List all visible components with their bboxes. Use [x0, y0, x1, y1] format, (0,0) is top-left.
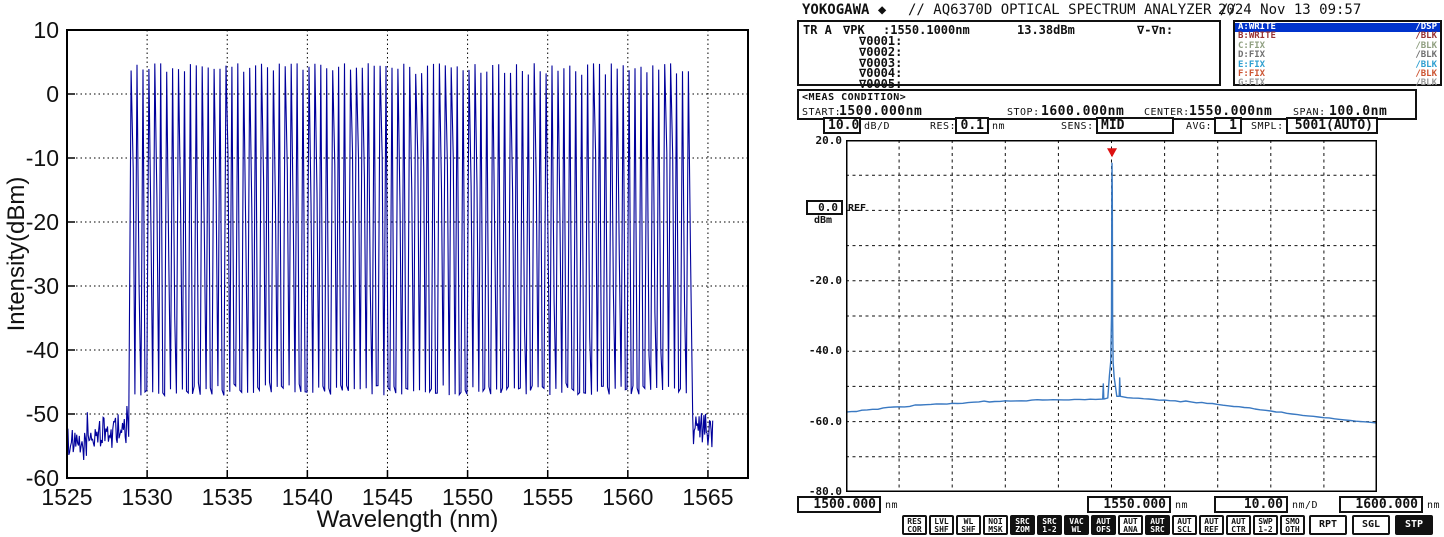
softkey-line: 1-2	[1255, 526, 1276, 534]
softkey-aut-src[interactable]: AUTSRC	[1145, 515, 1170, 535]
softkey-src-zom[interactable]: SRCZOM	[1010, 515, 1035, 535]
hardkey-sgl[interactable]: SGL	[1352, 515, 1390, 535]
softkey-line: ZOM	[1012, 526, 1033, 534]
osa-brand: YOKOGAWA ◆	[802, 2, 886, 18]
xaxis-center-field[interactable]: 1550.000	[1087, 496, 1171, 513]
ref-level-field[interactable]: 0.0	[806, 200, 843, 215]
softkey-aut-scl[interactable]: AUTSCL	[1172, 515, 1197, 535]
softkey-swp-1-2[interactable]: SWP1-2	[1253, 515, 1278, 535]
ytick-minus60: -60.0	[792, 415, 842, 428]
level-scale-unit: dB/D	[864, 121, 890, 132]
y-tick-label: -50	[26, 401, 59, 427]
xaxis-stop-field[interactable]: 1600.000	[1339, 496, 1423, 513]
comb-spectrum-chart: 152515301535154015451550155515601565100-…	[0, 0, 790, 537]
ytick-20: 20.0	[792, 134, 842, 147]
ytick-minus20: -20.0	[792, 274, 842, 287]
osa-datetime: 2024 Nov 13 09:57	[1218, 2, 1361, 18]
trace-status-row-d[interactable]: D:FIX/BLK	[1235, 51, 1440, 60]
res-unit: nm	[992, 121, 1005, 132]
stop-label: STOP:	[1007, 107, 1040, 118]
res-field[interactable]: 0.1	[955, 117, 989, 134]
ref-level-unit: dBm	[814, 215, 832, 226]
x-tick-label: 1560	[602, 484, 653, 510]
xaxis-perdiv-field[interactable]: 10.00	[1214, 496, 1288, 513]
x-tick-label: 1530	[122, 484, 173, 510]
softkey-aut-ref[interactable]: AUTREF	[1199, 515, 1224, 535]
y-tick-label: 10	[33, 17, 59, 43]
trace-status-panel: A:WRITE/DSPB:WRITE/BLKC:FIX/BLKD:FIX/BLK…	[1233, 20, 1442, 86]
trace-status-row-f[interactable]: F:FIX/BLK	[1235, 70, 1440, 79]
softkey-noi-msk[interactable]: NOIMSK	[983, 515, 1008, 535]
avg-field[interactable]: 1	[1214, 117, 1242, 134]
hardkey-stp[interactable]: STP	[1395, 515, 1433, 535]
sens-field[interactable]: MID	[1096, 117, 1174, 134]
softkey-wl-shf[interactable]: WLSHF	[956, 515, 981, 535]
res-label: RES:	[930, 121, 956, 132]
trace-label: TR A	[803, 23, 832, 37]
softkey-res-cor[interactable]: RESCOR	[902, 515, 927, 535]
y-tick-label: 0	[46, 81, 59, 107]
x-tick-label: 1535	[202, 484, 253, 510]
softkey-smo-oth[interactable]: SMOOTH	[1280, 515, 1305, 535]
softkey-line: SCL	[1174, 526, 1195, 534]
smpl-field[interactable]: 5001(AUTO)	[1286, 117, 1378, 134]
peak-marker-icon[interactable]	[1107, 148, 1117, 157]
x-tick-label: 1555	[522, 484, 573, 510]
softkey-line: 1-2	[1039, 526, 1060, 534]
y-tick-label: -40	[26, 337, 59, 363]
softkey-vac-wl[interactable]: VACWL	[1064, 515, 1089, 535]
meas-condition-panel: <MEAS CONDITION> START: 1500.000nm STOP:…	[797, 89, 1417, 120]
y-tick-label: -30	[26, 273, 59, 299]
xaxis-stop-unit: nm	[1427, 500, 1440, 511]
meas-condition-title: <MEAS CONDITION>	[802, 92, 906, 103]
ytick-minus40: -40.0	[792, 344, 842, 357]
softkey-aut-ofs[interactable]: AUTOFS	[1091, 515, 1116, 535]
trace-status-row-c[interactable]: C:FIX/BLK	[1235, 42, 1440, 51]
osa-spectrum-trace	[846, 163, 1377, 423]
smpl-label: SMPL:	[1251, 121, 1284, 132]
avg-label: AVG:	[1186, 121, 1212, 132]
trace-status-row-e[interactable]: E:FIX/BLK	[1235, 61, 1440, 70]
xaxis-start-unit: nm	[885, 500, 898, 511]
hardkey-rpt[interactable]: RPT	[1309, 515, 1347, 535]
screenshot-root: 152515301535154015451550155515601565100-…	[0, 0, 1444, 537]
y-tick-label: -60	[26, 465, 59, 491]
softkey-line: SHF	[931, 526, 952, 534]
softkey-aut-ana[interactable]: AUTANA	[1118, 515, 1143, 535]
osa-screen: YOKOGAWA ◆ // AQ6370D OPTICAL SPECTRUM A…	[790, 0, 1444, 537]
trace-mode-label: /BLK	[1415, 79, 1437, 88]
left-chart-xlabel: Wavelength (nm)	[317, 506, 499, 533]
xaxis-center-unit: nm	[1175, 500, 1188, 511]
softkey-line: MSK	[985, 526, 1006, 534]
softkey-src-1-2[interactable]: SRC1-2	[1037, 515, 1062, 535]
osa-title: // AQ6370D OPTICAL SPECTRUM ANALYZER //	[908, 2, 1237, 18]
softkey-line: CTR	[1228, 526, 1249, 534]
y-tick-label: -10	[26, 145, 59, 171]
peak-power-value: 13.38dBm	[1017, 23, 1075, 37]
softkey-line: ANA	[1120, 526, 1141, 534]
trace-status-row-b[interactable]: B:WRITE/BLK	[1235, 32, 1440, 41]
osa-trace-chart	[846, 140, 1377, 492]
softkey-line: SHF	[958, 526, 979, 534]
delta-marker-label: ∇-∇n:	[1137, 23, 1173, 37]
softkey-line: COR	[904, 526, 925, 534]
comb-spectrum-trace	[67, 63, 713, 460]
softkey-line: SRC	[1147, 526, 1168, 534]
softkey-line: OFS	[1093, 526, 1114, 534]
level-scale-field[interactable]: 10.0	[823, 117, 861, 134]
y-tick-label: -20	[26, 209, 59, 235]
softkey-lvl-shf[interactable]: LVLSHF	[929, 515, 954, 535]
softkey-line: REF	[1201, 526, 1222, 534]
xaxis-start-field[interactable]: 1500.000	[797, 496, 881, 513]
softkey-aut-ctr[interactable]: AUTCTR	[1226, 515, 1251, 535]
trace-status-row-g[interactable]: G:FIX/BLK	[1235, 79, 1440, 88]
trace-name-label: G:FIX	[1238, 79, 1265, 88]
sens-label: SENS:	[1061, 121, 1094, 132]
xaxis-perdiv-unit: nm/D	[1292, 500, 1318, 511]
softkey-line: WL	[1066, 526, 1087, 534]
peak-info-panel: TR A ∇PK :1550.1000nm 13.38dBm ∇-∇n: ∇00…	[797, 20, 1221, 86]
softkey-line: OTH	[1282, 526, 1303, 534]
left-chart-ylabel: Intensity(dBm)	[3, 177, 30, 332]
x-tick-label: 1565	[682, 484, 733, 510]
